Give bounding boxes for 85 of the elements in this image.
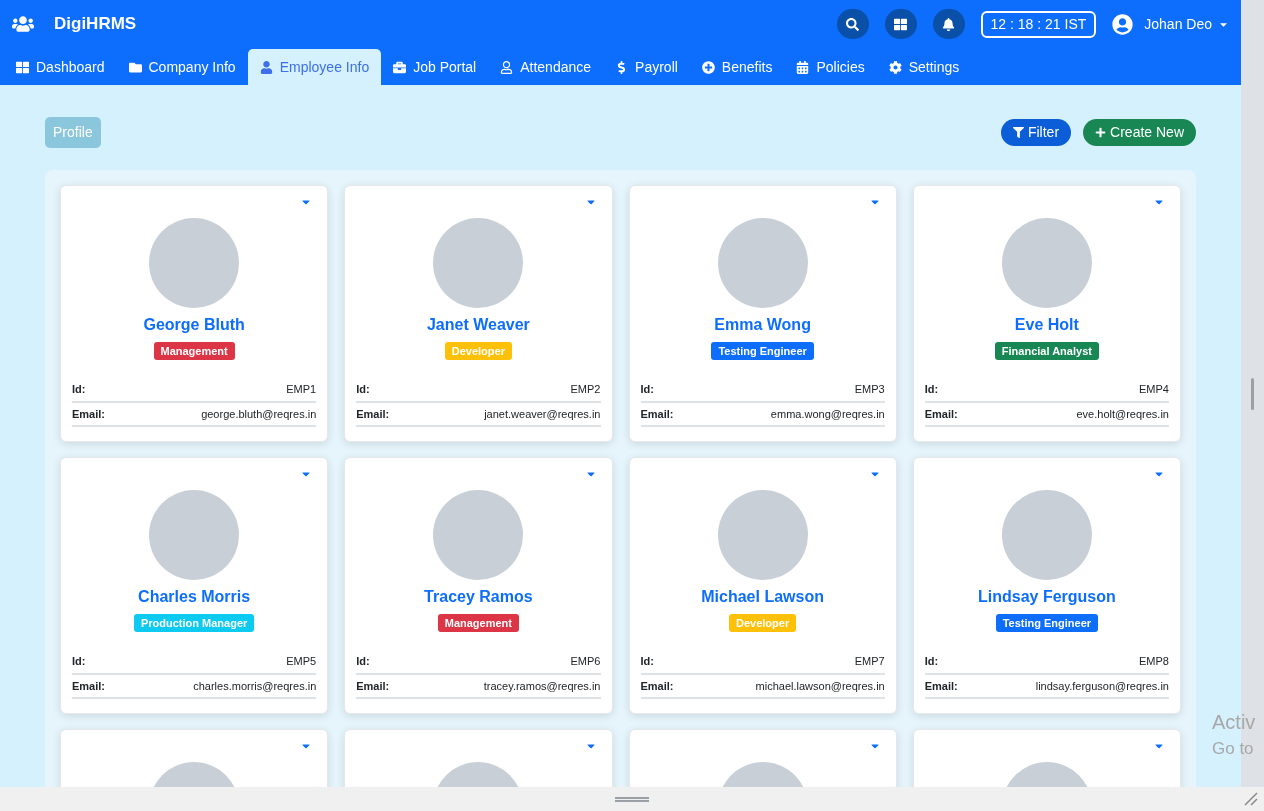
apps-button[interactable] (884, 9, 917, 39)
resize-grip-icon[interactable] (1244, 792, 1258, 806)
role-badge: Production Manager (133, 614, 255, 632)
employee-email: george.bluth@reqres.in (201, 406, 317, 422)
field-label: Id: (640, 382, 654, 397)
resize-handle[interactable] (1251, 377, 1254, 410)
nav-tab[interactable]: Policies (784, 49, 877, 85)
users-icon (12, 13, 34, 35)
clock: 12 : 18 : 21 IST (980, 10, 1097, 38)
employee-name: Lindsay Ferguson (977, 587, 1116, 607)
employee-name: Eve Holt (1014, 315, 1079, 335)
employee-email: tracey.ramos@reqres.in (483, 678, 601, 694)
employee-name: Janet Weaver (426, 315, 530, 335)
user-outline-icon (500, 60, 514, 74)
employee-id: EMP8 (1139, 654, 1169, 669)
role-badge: Management (437, 614, 519, 632)
field-label: Email: (72, 678, 105, 694)
grid-icon (894, 17, 908, 31)
nav-tab[interactable]: Company Info (116, 49, 248, 85)
field-label: Id: (72, 654, 86, 669)
role-badge: Financial Analyst (994, 342, 1099, 360)
section-label: Profile (45, 117, 101, 148)
employee-email: emma.wong@reqres.in (770, 406, 885, 422)
field-label: Id: (640, 654, 654, 669)
field-label: Id: (356, 654, 370, 669)
grid-icon (16, 60, 29, 74)
watermark-title: Activ (1212, 712, 1256, 732)
role-badge: Developer (729, 614, 797, 632)
nav-tab[interactable]: Job Portal (381, 49, 489, 85)
watermark-text: Go to (1212, 740, 1255, 757)
nav-tab[interactable]: Benefits (689, 49, 785, 85)
nav-tab[interactable]: Attendance (488, 49, 604, 85)
employee-id: EMP1 (286, 382, 317, 397)
folder-icon (128, 60, 142, 74)
employee-id: EMP6 (570, 654, 601, 669)
employee-name: George Bluth (143, 315, 245, 335)
user-avatar-icon (1112, 13, 1134, 35)
search-button[interactable] (836, 9, 869, 39)
user-menu[interactable]: Johan Deo (1144, 13, 1229, 35)
role-badge: Testing Engineer (711, 342, 814, 360)
field-label: Id: (924, 382, 939, 397)
employee-email: eve.holt@reqres.in (1076, 406, 1169, 422)
employee-id: EMP4 (1139, 382, 1169, 397)
employee-name: Michael Lawson (701, 587, 824, 607)
plus-icon (1095, 127, 1107, 138)
settings-icon (888, 60, 902, 74)
notifications-button[interactable] (932, 9, 965, 39)
field-label: Id: (356, 382, 370, 397)
employee-email: charles.morris@reqres.in (193, 678, 317, 694)
employee-name: Charles Morris (138, 587, 251, 607)
briefcase-icon (393, 60, 407, 74)
role-badge: Developer (444, 342, 512, 360)
employee-id: EMP3 (854, 382, 885, 397)
nav-tab[interactable]: Dashboard (4, 49, 117, 85)
employee-email: michael.lawson@reqres.in (755, 678, 885, 694)
field-label: Id: (72, 382, 86, 397)
field-label: Email: (356, 406, 390, 422)
field-label: Email: (356, 678, 390, 694)
employee-email: lindsay.ferguson@reqres.in (1035, 678, 1169, 694)
bell-icon (942, 17, 956, 31)
field-label: Email: (924, 678, 958, 694)
field-label: Email: (924, 406, 958, 422)
field-label: Email: (640, 678, 674, 694)
employee-id: EMP5 (286, 654, 317, 669)
employee-name: Tracey Ramos (424, 587, 533, 607)
nav-tab[interactable]: Payroll (603, 49, 690, 85)
app-title: DigiHRMS (54, 13, 137, 36)
field-label: Email: (640, 406, 674, 422)
user-icon (259, 60, 273, 74)
filter-icon (1012, 127, 1024, 138)
calendar-icon (796, 60, 810, 74)
nav-tab[interactable]: Employee Info (247, 49, 382, 85)
employee-id: EMP7 (854, 654, 885, 669)
filter-button[interactable]: Filter (1000, 119, 1072, 146)
role-badge: Testing Engineer (995, 614, 1099, 632)
role-badge: Management (153, 342, 235, 360)
field-label: Id: (924, 654, 939, 669)
resize-handle[interactable] (615, 796, 649, 802)
employee-name: Emma Wong (714, 315, 811, 335)
nav-tab[interactable]: Settings (876, 49, 972, 85)
field-label: Email: (72, 406, 105, 422)
employee-email: janet.weaver@reqres.in (484, 406, 601, 422)
search-icon (846, 17, 860, 31)
create-new-button[interactable]: Create New (1083, 119, 1196, 146)
employee-id: EMP2 (570, 382, 601, 397)
